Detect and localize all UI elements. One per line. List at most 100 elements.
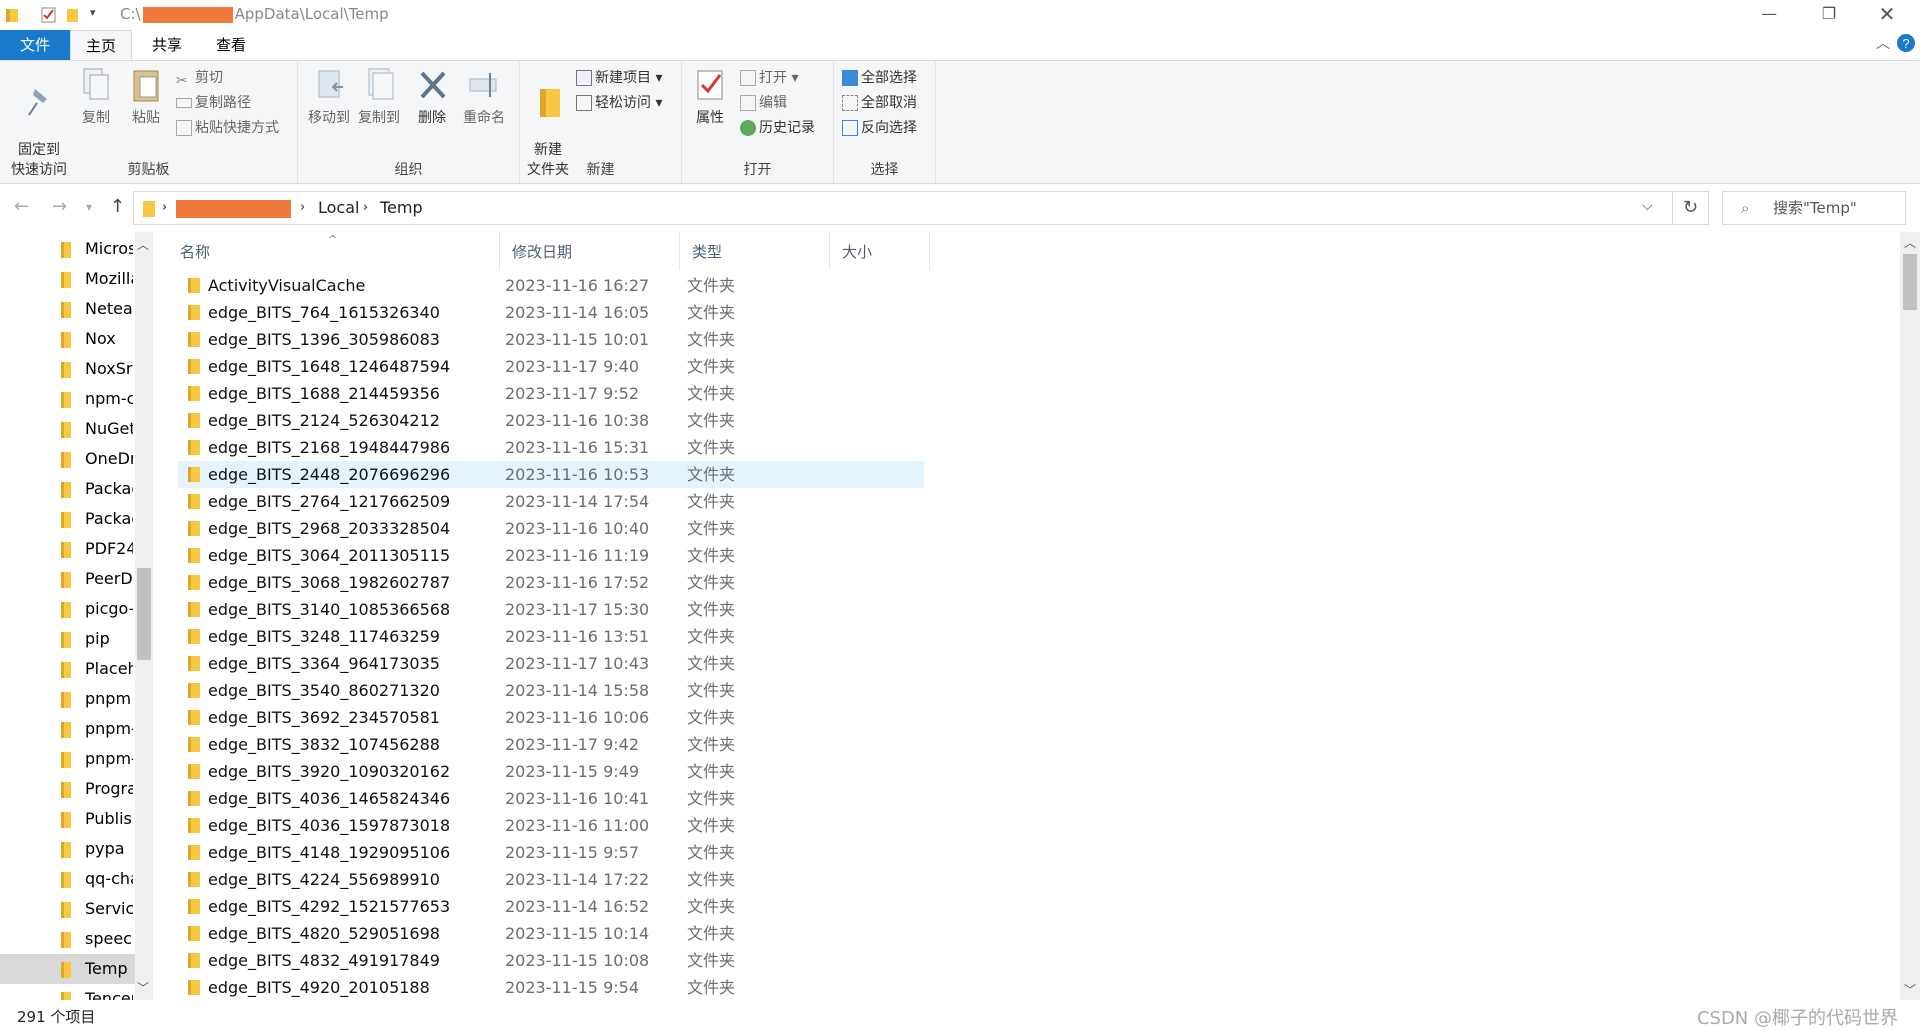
nav-item[interactable]: qq-cha [0, 864, 135, 894]
paste-button[interactable]: 粘贴 [126, 67, 166, 127]
column-header-name[interactable]: 名称 ^ [168, 232, 500, 270]
file-row[interactable]: edge_BITS_4148_1929095106 2023-11-15 9:57… [178, 839, 924, 866]
nav-item[interactable]: pypa [0, 834, 135, 864]
column-header-size[interactable]: 大小 [830, 232, 930, 270]
file-row[interactable]: edge_BITS_3832_107456288 2023-11-17 9:42 文… [178, 731, 924, 758]
nav-item[interactable]: Progra [0, 774, 135, 804]
copy-button[interactable]: 复制 [76, 67, 116, 127]
collapse-ribbon-icon[interactable]: ︿ [1876, 33, 1890, 53]
up-arrow-icon[interactable]: ↑ [110, 196, 125, 217]
quick-access-dropdown-icon[interactable]: ▾ [90, 6, 96, 24]
properties-button[interactable]: 属性 [690, 67, 730, 127]
file-row[interactable]: edge_BITS_4292_1521577653 2023-11-14 16:5… [178, 893, 924, 920]
file-row[interactable]: edge_BITS_1688_214459356 2023-11-17 9:52 文… [178, 380, 924, 407]
nav-item[interactable]: speech [0, 924, 135, 954]
file-row[interactable]: edge_BITS_3068_1982602787 2023-11-16 17:5… [178, 569, 924, 596]
scroll-down-icon[interactable]: ﹀ [137, 979, 149, 996]
file-list-scrollbar[interactable]: ︿ ﹀ [1900, 232, 1920, 1000]
help-icon[interactable]: ? [1896, 33, 1916, 53]
paste-shortcut-button[interactable]: 粘贴快捷方式 [176, 117, 279, 139]
file-list-scrollbar-thumb[interactable] [1903, 254, 1917, 310]
nav-item[interactable]: Placeh [0, 654, 135, 684]
nav-item[interactable]: picgo- [0, 594, 135, 624]
tab-share[interactable]: 共享 [138, 30, 196, 60]
refresh-button[interactable]: ↻ [1673, 191, 1709, 225]
file-row[interactable]: edge_BITS_3540_860271320 2023-11-14 15:58… [178, 677, 924, 704]
nav-item[interactable]: pip [0, 624, 135, 654]
nav-item[interactable]: OneDri [0, 444, 135, 474]
nav-item[interactable]: Micros [0, 234, 135, 264]
nav-item[interactable]: Neteas [0, 294, 135, 324]
file-row[interactable]: edge_BITS_2168_1948447986 2023-11-16 15:3… [178, 434, 924, 461]
easy-access-button[interactable]: 轻松访问 ▾ [576, 92, 662, 114]
scroll-down-icon[interactable]: ﹀ [1904, 981, 1916, 998]
file-row[interactable]: edge_BITS_4920_20105188 2023-11-15 9:54 文件… [178, 974, 924, 1000]
file-row[interactable]: edge_BITS_3920_1090320162 2023-11-15 9:49… [178, 758, 924, 785]
nav-item[interactable]: pnpm [0, 684, 135, 714]
restore-button[interactable]: ❐ [1800, 0, 1858, 30]
file-row[interactable]: edge_BITS_2764_1217662509 2023-11-14 17:5… [178, 488, 924, 515]
minimize-button[interactable]: — [1740, 0, 1798, 30]
tab-home[interactable]: 主页 [70, 30, 132, 61]
file-row[interactable]: edge_BITS_3692_234570581 2023-11-16 10:06… [178, 704, 924, 731]
move-to-button[interactable]: 移动到 [306, 67, 352, 127]
breadcrumb-temp[interactable]: Temp [380, 198, 423, 217]
file-row[interactable]: edge_BITS_3364_964173035 2023-11-17 10:43… [178, 650, 924, 677]
new-item-button[interactable]: 新建项目 ▾ [576, 67, 662, 89]
column-header-date[interactable]: 修改日期 [500, 232, 680, 270]
select-all-button[interactable]: 全部选择 [842, 67, 917, 89]
breadcrumb-local[interactable]: Local [318, 198, 359, 217]
file-row[interactable]: edge_BITS_4820_529051698 2023-11-15 10:14… [178, 920, 924, 947]
file-row[interactable]: edge_BITS_4036_1465824346 2023-11-16 10:4… [178, 785, 924, 812]
file-row[interactable]: edge_BITS_3248_117463259 2023-11-16 13:51… [178, 623, 924, 650]
file-row[interactable]: edge_BITS_2448_2076696296 2023-11-16 10:5… [178, 461, 924, 488]
open-button[interactable]: 打开 ▾ [740, 67, 798, 89]
column-header-type[interactable]: 类型 [680, 232, 830, 270]
history-button[interactable]: 历史记录 [740, 117, 815, 139]
nav-item[interactable]: Mozilla [0, 264, 135, 294]
nav-item[interactable]: pnpm- [0, 714, 135, 744]
nav-item[interactable]: Publish [0, 804, 135, 834]
new-folder-quick-icon[interactable] [64, 6, 82, 24]
file-row[interactable]: ActivityVisualCache 2023-11-16 16:27 文件夹 [178, 272, 924, 299]
delete-button[interactable]: 删除 [412, 67, 452, 127]
file-row[interactable]: edge_BITS_1648_1246487594 2023-11-17 9:40… [178, 353, 924, 380]
edit-button[interactable]: 编辑 [740, 92, 787, 114]
nav-item[interactable]: Nox [0, 324, 135, 354]
address-bar[interactable]: › › Local › Temp ⌵ [133, 191, 1673, 225]
cut-button[interactable]: ✂ 剪切 [176, 67, 223, 89]
address-dropdown-icon[interactable]: ⌵ [1642, 198, 1653, 214]
file-row[interactable]: edge_BITS_4224_556989910 2023-11-14 17:22… [178, 866, 924, 893]
nav-item[interactable]: NuGet [0, 414, 135, 444]
file-row[interactable]: edge_BITS_4832_491917849 2023-11-15 10:08… [178, 947, 924, 974]
nav-item[interactable]: PeerDi [0, 564, 135, 594]
properties-quick-icon[interactable] [40, 6, 58, 24]
file-row[interactable]: edge_BITS_764_1615326340 2023-11-14 16:05… [178, 299, 924, 326]
back-arrow-icon[interactable]: ← [14, 196, 29, 217]
forward-arrow-icon[interactable]: → [52, 196, 67, 217]
tab-file[interactable]: 文件 [0, 30, 70, 60]
file-row[interactable]: edge_BITS_2124_526304212 2023-11-16 10:38… [178, 407, 924, 434]
search-input[interactable]: ⌕ 搜索"Temp" [1722, 191, 1906, 225]
nav-item[interactable]: npm-c [0, 384, 135, 414]
recent-locations-dropdown-icon[interactable]: ▾ [86, 200, 92, 214]
file-row[interactable]: edge_BITS_2968_2033328504 2023-11-16 10:4… [178, 515, 924, 542]
file-row[interactable]: edge_BITS_3140_1085366568 2023-11-17 15:3… [178, 596, 924, 623]
tab-view[interactable]: 查看 [202, 30, 260, 60]
copy-path-button[interactable]: 复制路径 [176, 92, 251, 114]
rename-button[interactable]: 重命名 [458, 67, 510, 127]
nav-item[interactable]: Packag [0, 474, 135, 504]
nav-item[interactable]: pnpm- [0, 744, 135, 774]
close-button[interactable]: ✕ [1858, 0, 1916, 30]
nav-scrollbar-thumb[interactable] [137, 568, 151, 660]
nav-item[interactable]: Packag [0, 504, 135, 534]
copy-to-button[interactable]: 复制到 [356, 67, 402, 127]
nav-item[interactable]: PDF24 [0, 534, 135, 564]
scroll-up-icon[interactable]: ︿ [1904, 234, 1916, 251]
nav-item[interactable]: Temp [0, 954, 135, 984]
file-row[interactable]: edge_BITS_3064_2011305115 2023-11-16 11:1… [178, 542, 924, 569]
scroll-up-icon[interactable]: ︿ [137, 236, 149, 253]
file-row[interactable]: edge_BITS_1396_305986083 2023-11-15 10:01… [178, 326, 924, 353]
nav-item[interactable]: Service [0, 894, 135, 924]
invert-selection-button[interactable]: 反向选择 [842, 117, 917, 139]
